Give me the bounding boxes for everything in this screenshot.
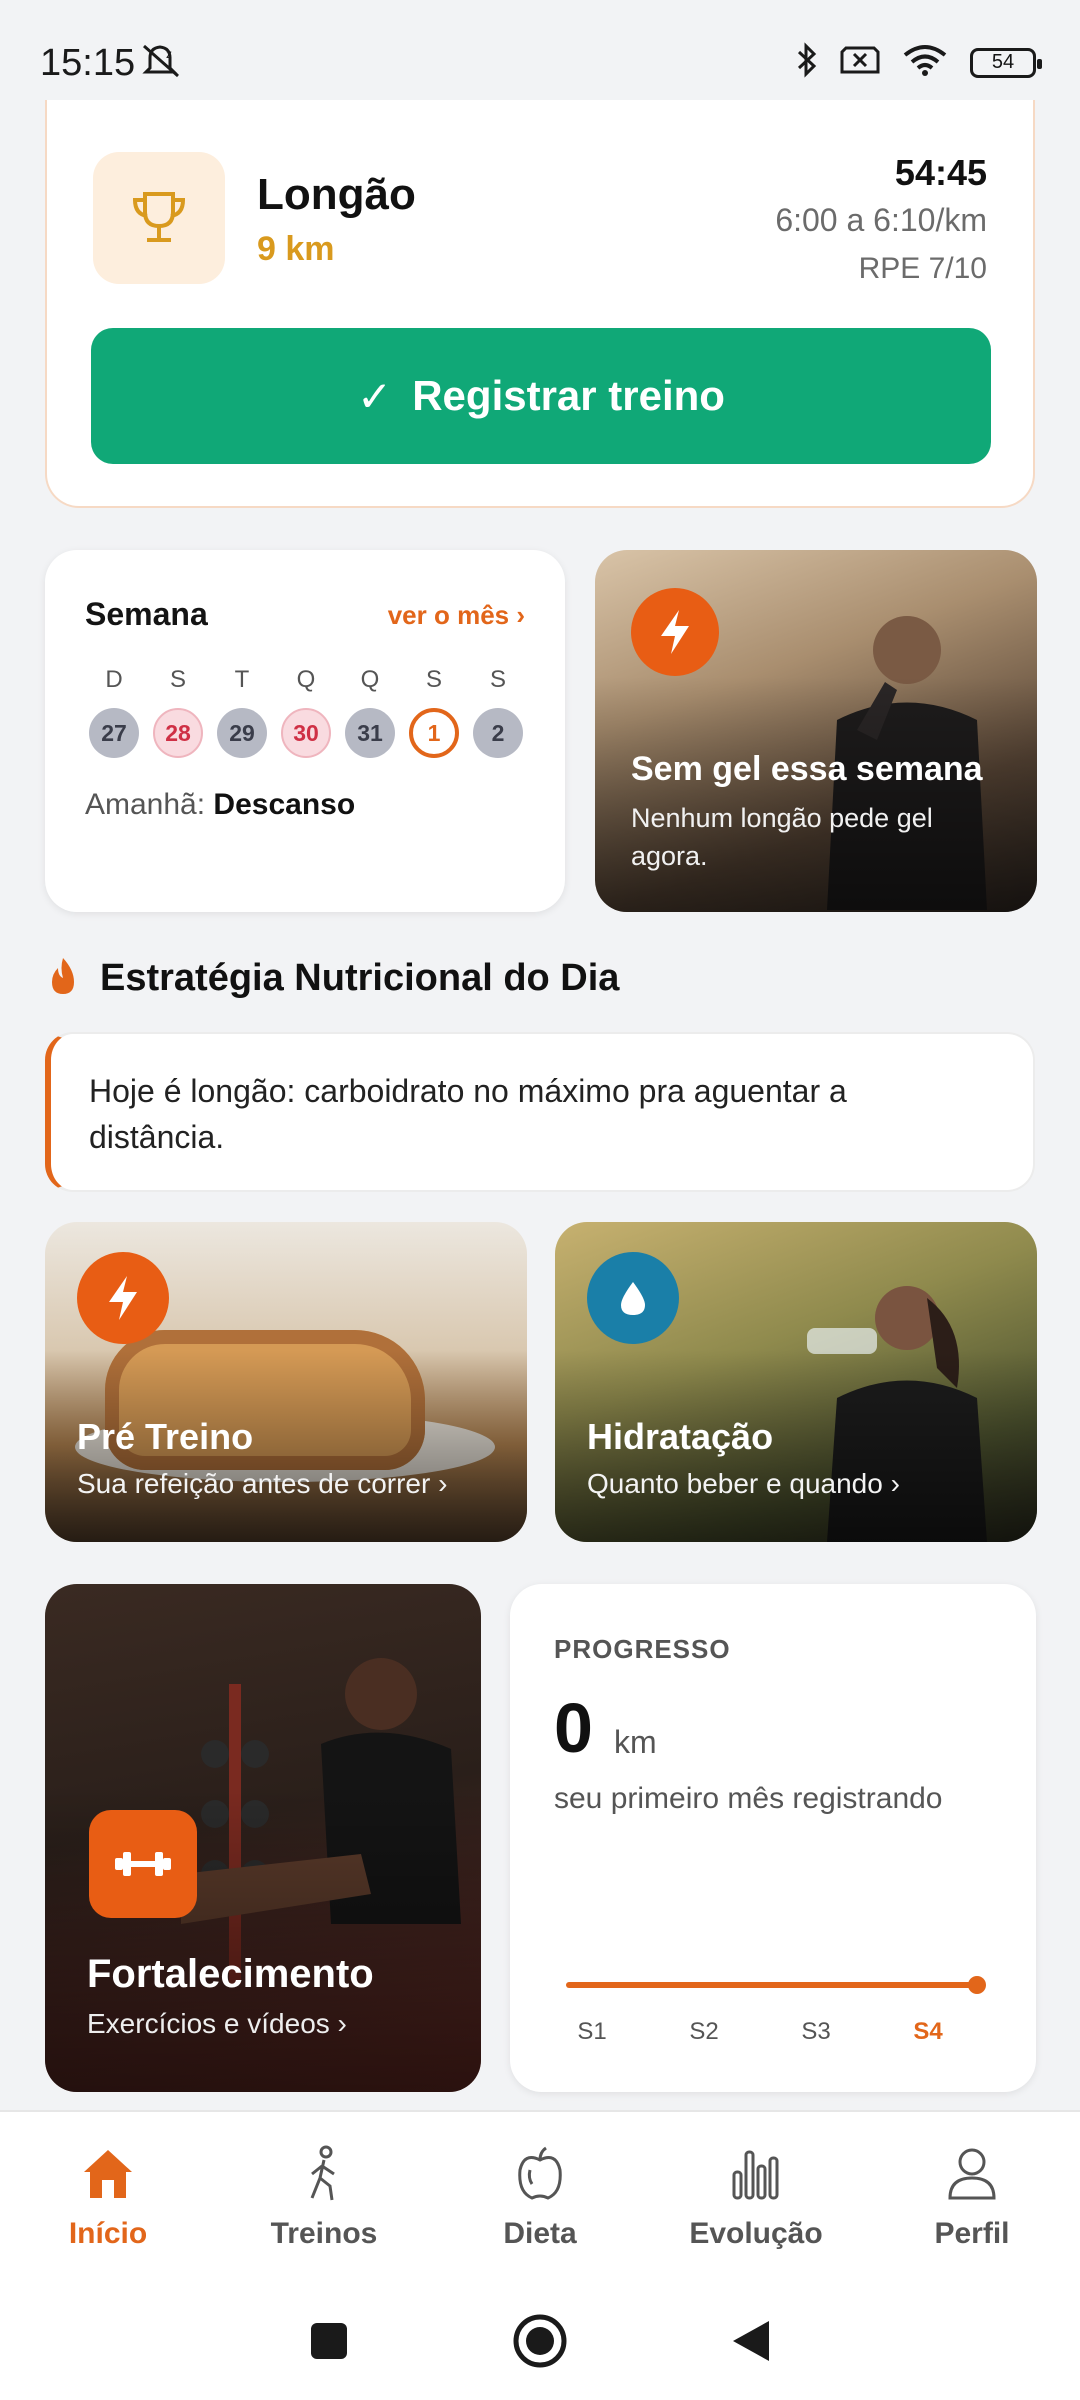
- system-navigation: [0, 2286, 1080, 2400]
- day-number: 28: [153, 708, 203, 758]
- progress-line: [566, 1982, 976, 1988]
- bolt-icon: [631, 588, 719, 676]
- bluetooth-icon: [796, 42, 818, 83]
- gel-subtitle: Nenhum longão pede gel agora.: [631, 803, 933, 871]
- chart-icon: [726, 2144, 786, 2209]
- gel-title: Sem gel essa semana: [631, 750, 983, 788]
- progress-current-dot: [968, 1976, 986, 1994]
- wifi-icon: [902, 43, 948, 82]
- back-button[interactable]: [729, 2317, 773, 2370]
- workout-title: Longão: [257, 170, 416, 219]
- workout-time: 54:45: [894, 152, 987, 193]
- day-letter: Q: [360, 666, 380, 693]
- week-card: Semana ver o mês › D 27 S 28 T 29 Q 30 Q…: [45, 550, 565, 912]
- nav-item-inicio[interactable]: Início: [0, 2112, 216, 2286]
- home-icon: [78, 2144, 138, 2209]
- workout-pace: 6:00 a 6:10/km: [775, 202, 987, 238]
- week-label: S1: [577, 2018, 607, 2045]
- nav-item-treinos[interactable]: Treinos: [216, 2112, 432, 2286]
- register-workout-label: Registrar treino: [412, 372, 725, 419]
- progress-label: PROGRESSO: [554, 1634, 731, 1664]
- hydration-card[interactable]: Hidratação Quanto beber e quando ›: [555, 1222, 1037, 1542]
- nav-item-evolucao[interactable]: Evolução: [648, 2112, 864, 2286]
- flame-icon: [48, 956, 78, 1001]
- recents-button[interactable]: [307, 2319, 351, 2368]
- check-icon: ✓: [357, 372, 393, 420]
- day-sunday: D 27: [89, 666, 139, 758]
- trophy-icon: [93, 152, 225, 284]
- strategy-title: Estratégia Nutricional do Dia: [100, 957, 620, 999]
- week-title: Semana: [85, 596, 208, 632]
- strategy-text: Hoje é longão: carboidrato no máximo pra…: [89, 1073, 847, 1156]
- progress-card[interactable]: PROGRESSO 0 km seu primeiro mês registra…: [510, 1584, 1036, 2092]
- day-letter: T: [234, 666, 250, 693]
- workout-distance: 9 km: [257, 230, 335, 268]
- day-saturday: S 2: [473, 666, 523, 758]
- status-time: 15:15: [40, 42, 136, 84]
- day-letter: S: [169, 666, 186, 693]
- pre-workout-card[interactable]: Pré Treino Sua refeição antes de correr …: [45, 1222, 527, 1542]
- progress-note: seu primeiro mês registrando: [554, 1782, 943, 1815]
- day-friday: S 1: [409, 666, 459, 758]
- tomorrow-label: Amanhã:: [85, 788, 206, 821]
- nav-item-dieta[interactable]: Dieta: [432, 2112, 648, 2286]
- nav-label: Evolução: [689, 2217, 823, 2250]
- strategy-header: Estratégia Nutricional do Dia: [48, 956, 619, 1001]
- day-number: 30: [281, 708, 331, 758]
- progress-value: 0: [554, 1689, 593, 1767]
- bottom-navigation: Início Treinos Dieta Evolução Perfil: [0, 2110, 1080, 2286]
- week-label: S2: [689, 2018, 719, 2045]
- status-bar: 15:15 z 54: [0, 0, 1080, 100]
- user-icon: [942, 2144, 1002, 2209]
- nav-label: Treinos: [270, 2217, 378, 2250]
- register-workout-button[interactable]: ✓ Registrar treino: [91, 328, 991, 464]
- tomorrow-status: Amanhã: Descanso: [85, 788, 355, 822]
- progress-unit: km: [614, 1724, 657, 1760]
- nav-item-perfil[interactable]: Perfil: [864, 2112, 1080, 2286]
- strength-card[interactable]: Fortalecimento Exercícios e vídeos ›: [45, 1584, 481, 2092]
- strategy-box: Hoje é longão: carboidrato no máximo pra…: [45, 1032, 1035, 1192]
- strength-subtitle: Exercícios e vídeos ›: [87, 2008, 347, 2039]
- water-drop-icon: [587, 1252, 679, 1344]
- week-label-current: S4: [913, 2018, 943, 2045]
- tomorrow-value: Descanso: [213, 788, 356, 821]
- pre-workout-subtitle: Sua refeição antes de correr ›: [77, 1468, 448, 1499]
- progress-week-labels: S1 S2 S3 S4: [570, 2018, 950, 2046]
- dumbbell-icon: [89, 1810, 197, 1918]
- apple-icon: [510, 2144, 570, 2209]
- strength-title: Fortalecimento: [87, 1952, 374, 1996]
- day-number: 2: [473, 708, 523, 758]
- day-monday: S 28: [153, 666, 203, 758]
- pre-workout-title: Pré Treino: [77, 1416, 254, 1457]
- day-number: 29: [217, 708, 267, 758]
- hydration-title: Hidratação: [587, 1416, 774, 1457]
- nav-label: Perfil: [934, 2217, 1010, 2250]
- home-button[interactable]: [511, 2312, 569, 2375]
- gel-card[interactable]: Sem gel essa semana Nenhum longão pede g…: [595, 550, 1037, 912]
- day-tuesday: T 29: [217, 666, 267, 758]
- day-number: 27: [89, 708, 139, 758]
- hydration-subtitle: Quanto beber e quando ›: [587, 1468, 900, 1499]
- day-number: 31: [345, 708, 395, 758]
- day-letter: S: [489, 666, 506, 693]
- day-thursday: Q 31: [345, 666, 395, 758]
- view-month-link[interactable]: ver o mês ›: [388, 600, 525, 631]
- today-workout-card: Longão 9 km 54:45 6:00 a 6:10/km RPE 7/1…: [45, 60, 1035, 508]
- week-days: D 27 S 28 T 29 Q 30 Q 31 S 1 S 2: [89, 666, 523, 758]
- day-letter: Q: [296, 666, 316, 693]
- battery-indicator: 54: [970, 47, 1042, 78]
- day-wednesday: Q 30: [281, 666, 331, 758]
- bolt-icon: [77, 1252, 169, 1344]
- day-letter: S: [425, 666, 442, 693]
- no-sim-icon: [840, 44, 880, 81]
- nav-label: Início: [68, 2217, 148, 2250]
- walk-icon: [294, 2144, 354, 2209]
- day-number-today: 1: [409, 708, 459, 758]
- notifications-off-icon: z: [140, 42, 184, 83]
- workout-rpe: RPE 7/10: [858, 252, 987, 285]
- week-label: S3: [801, 2018, 831, 2045]
- nav-label: Dieta: [503, 2217, 577, 2250]
- svg-text:z: z: [166, 47, 172, 61]
- day-letter: D: [105, 666, 123, 693]
